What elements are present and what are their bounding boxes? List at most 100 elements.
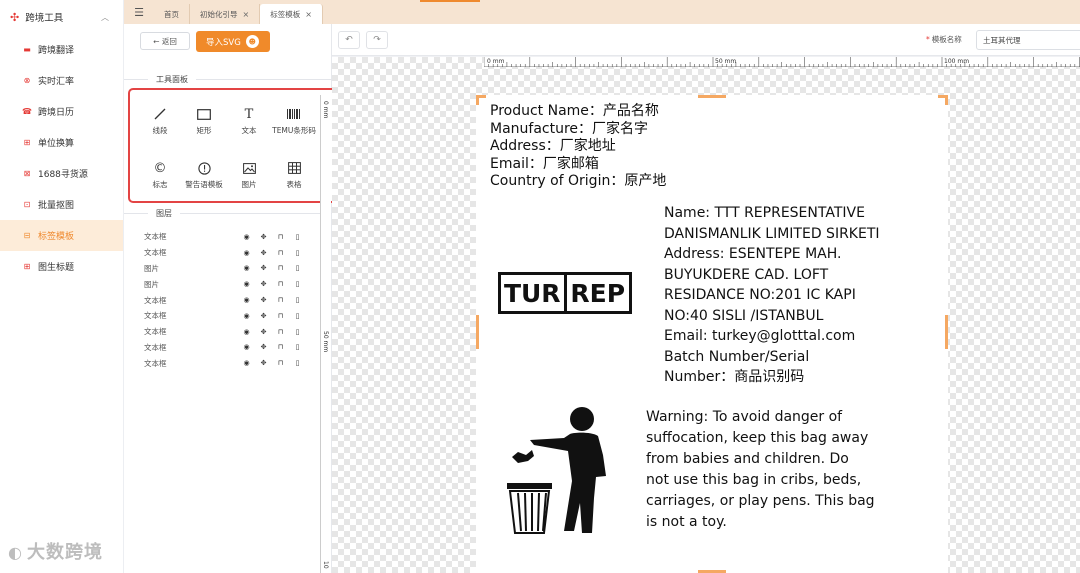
delete-icon[interactable]: ▯: [293, 249, 302, 257]
visibility-eye-icon[interactable]: ◉: [242, 296, 251, 304]
layer-name: 图片: [144, 279, 159, 289]
tool-table[interactable]: 表格: [264, 160, 324, 190]
delete-icon[interactable]: ▯: [293, 359, 302, 367]
layer-row[interactable]: 图片 ◉ ✥ ⊓ ▯: [144, 261, 314, 277]
sidebar-item[interactable]: ⊞ 图生标题: [0, 251, 123, 282]
resize-handle[interactable]: [698, 95, 726, 98]
move-icon[interactable]: ✥: [259, 312, 268, 320]
visibility-eye-icon[interactable]: ◉: [242, 264, 251, 272]
ruler-label: 0 mm: [322, 101, 329, 119]
move-icon[interactable]: ✥: [259, 249, 268, 257]
lock-icon[interactable]: ⊓: [276, 264, 285, 272]
ruler-top: 0 mm 50 mm 100 mm: [484, 57, 1080, 67]
translate-icon: ▬: [23, 45, 31, 54]
sidebar-item[interactable]: ▬ 跨境翻译: [0, 34, 123, 65]
move-icon[interactable]: ✥: [259, 280, 268, 288]
tool-label: 图片: [241, 180, 257, 189]
visibility-eye-icon[interactable]: ◉: [242, 328, 251, 336]
delete-icon[interactable]: ▯: [293, 343, 302, 351]
ruler-label: 10: [322, 561, 329, 569]
lock-icon[interactable]: ⊓: [276, 328, 285, 336]
sidebar-item[interactable]: ⊠ 1688寻货源: [0, 158, 123, 189]
visibility-eye-icon[interactable]: ◉: [242, 343, 251, 351]
watermark-text: 大数跨境: [26, 542, 103, 563]
layer-row[interactable]: 文本框 ◉ ✥ ⊓ ▯: [144, 355, 314, 371]
delete-icon[interactable]: ▯: [293, 296, 302, 304]
resize-handle[interactable]: [945, 95, 948, 105]
product-info-textbox[interactable]: Product Name：产品名称 Manufacture：厂家名字 Addre…: [490, 103, 666, 191]
tool-temu-barcode[interactable]: TEMU条形码: [264, 106, 324, 136]
move-icon[interactable]: ✥: [259, 233, 268, 241]
table-icon: [264, 160, 324, 176]
redo-button[interactable]: ↷: [366, 31, 388, 49]
tools-icon: ✣: [10, 10, 20, 24]
warning-textbox[interactable]: Warning: To avoid danger of suffocation,…: [646, 407, 875, 533]
tab-label-template[interactable]: 标签模板 ×: [260, 4, 323, 24]
move-icon[interactable]: ✥: [259, 343, 268, 351]
delete-icon[interactable]: ▯: [293, 280, 302, 288]
robot-icon: ☻: [245, 35, 259, 48]
delete-icon[interactable]: ▯: [293, 264, 302, 272]
layer-row[interactable]: 图片 ◉ ✥ ⊓ ▯: [144, 276, 314, 292]
tab-init-guide[interactable]: 初始化引导 ×: [190, 4, 261, 24]
layer-name: 文本框: [144, 248, 167, 258]
lock-icon[interactable]: ⊓: [276, 312, 285, 320]
sidebar-item[interactable]: ⊡ 批量抠图: [0, 189, 123, 220]
layer-row[interactable]: 文本框 ◉ ✥ ⊓ ▯: [144, 340, 314, 356]
close-icon[interactable]: ×: [243, 10, 250, 19]
tab-label: 首页: [164, 9, 179, 19]
ruler-label: 100 mm: [944, 58, 970, 65]
label-sheet[interactable]: Product Name：产品名称 Manufacture：厂家名字 Addre…: [476, 95, 948, 573]
layer-row[interactable]: 文本框 ◉ ✥ ⊓ ▯: [144, 245, 314, 261]
tidyman-icon[interactable]: [506, 403, 616, 538]
layer-row[interactable]: 文本框 ◉ ✥ ⊓ ▯: [144, 308, 314, 324]
menu-toggle-icon[interactable]: ☰: [124, 0, 154, 24]
visibility-eye-icon[interactable]: ◉: [242, 233, 251, 241]
representative-textbox[interactable]: Name: TTT REPRESENTATIVE DANISMANLIK LIM…: [664, 203, 880, 388]
sidebar-item-label: 图生标题: [38, 263, 75, 273]
move-icon[interactable]: ✥: [259, 328, 268, 336]
sidebar-item[interactable]: ⊗ 实时汇率: [0, 65, 123, 96]
lock-icon[interactable]: ⊓: [276, 343, 285, 351]
ruler-label: 0 mm: [487, 58, 505, 65]
layer-row[interactable]: 文本框 ◉ ✥ ⊓ ▯: [144, 324, 314, 340]
delete-icon[interactable]: ▯: [293, 312, 302, 320]
lock-icon[interactable]: ⊓: [276, 249, 285, 257]
layers-section-title: 图层: [124, 208, 332, 219]
resize-handle[interactable]: [476, 95, 479, 105]
sidebar-item[interactable]: ⊟ 标签模板: [0, 220, 123, 251]
layer-row[interactable]: 文本框 ◉ ✥ ⊓ ▯: [144, 229, 314, 245]
tur-rep-logo[interactable]: TUR REP: [498, 272, 632, 314]
resize-handle[interactable]: [945, 315, 948, 349]
visibility-eye-icon[interactable]: ◉: [242, 312, 251, 320]
delete-icon[interactable]: ▯: [293, 233, 302, 241]
tool-label: 矩形: [196, 126, 212, 135]
design-canvas[interactable]: 0 mm 50 mm 100 mm Product Name：产品名称 Manu…: [332, 57, 1080, 573]
import-svg-button[interactable]: 导入SVG ☻: [196, 31, 270, 52]
visibility-eye-icon[interactable]: ◉: [242, 249, 251, 257]
sidebar: ✣ 跨境工具 ︿ ▬ 跨境翻译 ⊗ 实时汇率 ☎ 跨境日历 ⊞ 单位换算 ⊠ 1688寻货源 ⊡ 批量…: [0, 0, 124, 573]
lock-icon[interactable]: ⊓: [276, 359, 285, 367]
visibility-eye-icon[interactable]: ◉: [242, 359, 251, 367]
tab-home[interactable]: 首页: [154, 4, 190, 24]
sidebar-item-label: 跨境翻译: [38, 46, 75, 56]
lock-icon[interactable]: ⊓: [276, 233, 285, 241]
sidebar-item[interactable]: ⊞ 单位换算: [0, 127, 123, 158]
close-icon[interactable]: ×: [305, 10, 312, 19]
undo-button[interactable]: ↶: [338, 31, 360, 49]
sidebar-item[interactable]: ☎ 跨境日历: [0, 96, 123, 127]
template-name-input[interactable]: 土耳其代理: [976, 30, 1080, 50]
lock-icon[interactable]: ⊓: [276, 296, 285, 304]
visibility-eye-icon[interactable]: ◉: [242, 280, 251, 288]
layer-row[interactable]: 文本框 ◉ ✥ ⊓ ▯: [144, 292, 314, 308]
tur-text: TUR: [503, 278, 561, 308]
move-icon[interactable]: ✥: [259, 264, 268, 272]
move-icon[interactable]: ✥: [259, 359, 268, 367]
delete-icon[interactable]: ▯: [293, 328, 302, 336]
sidebar-group-cross-border-tools[interactable]: ✣ 跨境工具 ︿: [0, 0, 123, 34]
move-icon[interactable]: ✥: [259, 296, 268, 304]
resize-handle[interactable]: [476, 315, 479, 349]
lock-icon[interactable]: ⊓: [276, 280, 285, 288]
unit-convert-icon: ⊞: [23, 138, 31, 147]
back-button[interactable]: ← 返回: [140, 32, 190, 50]
